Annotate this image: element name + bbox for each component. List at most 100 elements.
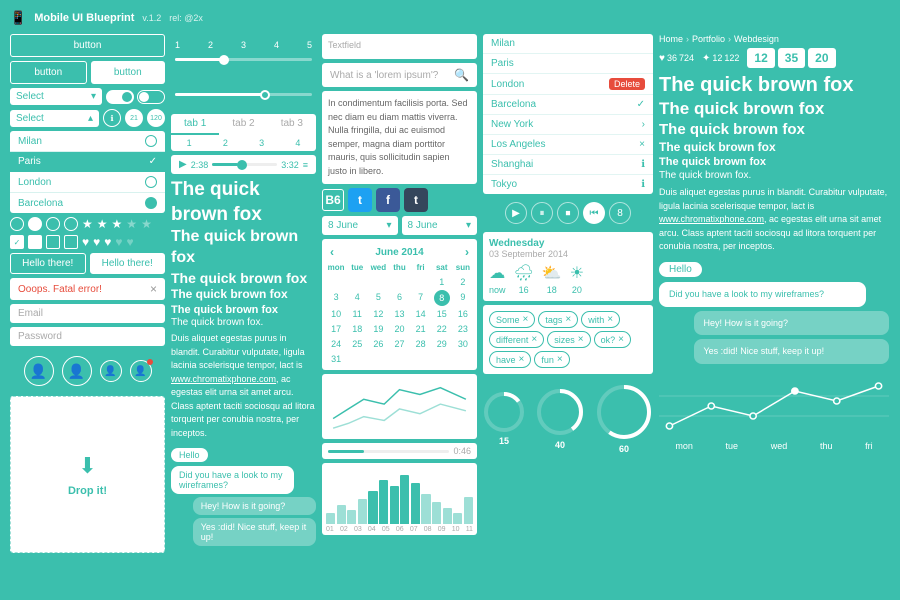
tag-x-with[interactable]: × bbox=[607, 314, 613, 325]
toggle-off[interactable] bbox=[137, 90, 165, 104]
check-1[interactable]: ✓ bbox=[10, 235, 24, 249]
avatar-3[interactable]: 👤 bbox=[100, 360, 122, 382]
email-field[interactable]: Email bbox=[10, 304, 165, 323]
cal-day-28[interactable]: 28 bbox=[411, 337, 431, 351]
cal-day-18[interactable]: 18 bbox=[347, 322, 367, 336]
cal-day-9[interactable]: 9 bbox=[453, 290, 473, 306]
twitter-icon[interactable]: t bbox=[348, 188, 372, 212]
tag-some[interactable]: Some× bbox=[489, 311, 535, 328]
heart-5[interactable]: ♥ bbox=[127, 235, 134, 249]
tag-tags[interactable]: tags× bbox=[538, 311, 578, 328]
ctrl-stop[interactable]: ⏹ bbox=[557, 202, 579, 224]
button-1[interactable]: button bbox=[10, 34, 165, 57]
star-4[interactable]: ★ bbox=[126, 217, 137, 231]
ctrl-pause[interactable]: ⏸ bbox=[531, 202, 553, 224]
cal-day-14[interactable]: 14 bbox=[411, 307, 431, 321]
delete-btn-london[interactable]: Delete bbox=[609, 78, 645, 90]
tag-sizes[interactable]: sizes× bbox=[547, 331, 590, 348]
media-play-icon[interactable]: ▶ bbox=[179, 159, 187, 170]
radio-3[interactable] bbox=[46, 217, 60, 231]
search-field[interactable]: What is a 'lorem ipsum'? 🔍 bbox=[322, 63, 477, 87]
cal-day-24[interactable]: 24 bbox=[326, 337, 346, 351]
drop-zone[interactable]: ⬇ Drop it! bbox=[10, 396, 165, 553]
check-4[interactable] bbox=[64, 235, 78, 249]
tab-2[interactable]: tab 2 bbox=[219, 114, 267, 135]
cal-day-23[interactable]: 23 bbox=[453, 322, 473, 336]
button-2[interactable]: button bbox=[10, 61, 87, 84]
list-item-paris[interactable]: Paris ✓ bbox=[10, 152, 165, 172]
tag-with[interactable]: with× bbox=[581, 311, 620, 328]
select-2[interactable]: Select ▴ bbox=[10, 110, 99, 127]
date-picker-2[interactable]: 8 June ▾ bbox=[402, 216, 478, 235]
hello-btn-2[interactable]: Hello there! bbox=[90, 253, 166, 274]
cal-next[interactable]: › bbox=[465, 245, 469, 259]
cal-day-25[interactable]: 25 bbox=[347, 337, 367, 351]
cal-day-21[interactable]: 21 bbox=[411, 322, 431, 336]
list2-newyork[interactable]: New York › bbox=[483, 115, 653, 135]
tag-fun[interactable]: fun× bbox=[534, 351, 569, 368]
list-item-milan[interactable]: Milan bbox=[10, 131, 165, 152]
star-3[interactable]: ★ bbox=[112, 217, 123, 231]
cal-day-20[interactable]: 20 bbox=[389, 322, 409, 336]
close-icon[interactable]: × bbox=[150, 282, 157, 296]
x-la[interactable]: × bbox=[639, 139, 645, 150]
date-picker-1[interactable]: 8 June ▾ bbox=[322, 216, 398, 235]
heart-4[interactable]: ♥ bbox=[115, 235, 122, 249]
tag-ok[interactable]: ok?× bbox=[594, 331, 631, 348]
avatar-1[interactable]: 👤 bbox=[24, 356, 54, 386]
breadcrumb-portfolio[interactable]: Portfolio bbox=[692, 34, 725, 44]
avatar-2[interactable]: 👤 bbox=[62, 356, 92, 386]
cal-day-6[interactable]: 6 bbox=[389, 290, 409, 306]
list2-la[interactable]: Los Angeles × bbox=[483, 135, 653, 155]
ctrl-prev[interactable]: ⏮ bbox=[583, 202, 605, 224]
cal-day-3[interactable]: 3 bbox=[326, 290, 346, 306]
list2-barcelona[interactable]: Barcelona ✓ bbox=[483, 95, 653, 115]
tag-x-some[interactable]: × bbox=[523, 314, 529, 325]
cal-day-15[interactable]: 15 bbox=[432, 307, 452, 321]
heart-3[interactable]: ♥ bbox=[104, 235, 111, 249]
cal-day-8-today[interactable]: 8 bbox=[434, 290, 450, 306]
list2-tokyo[interactable]: Tokyo ℹ bbox=[483, 175, 653, 194]
cal-day-12[interactable]: 12 bbox=[368, 307, 388, 321]
cal-day-7[interactable]: 7 bbox=[411, 290, 431, 306]
check-3[interactable] bbox=[46, 235, 60, 249]
avatar-4[interactable]: 👤 bbox=[130, 360, 152, 382]
list2-paris[interactable]: Paris bbox=[483, 54, 653, 74]
ctrl-play[interactable]: ▶ bbox=[505, 202, 527, 224]
password-field[interactable]: Password bbox=[10, 327, 165, 346]
chevron-newyork[interactable]: › bbox=[642, 119, 645, 130]
cal-day-2[interactable]: 2 bbox=[453, 275, 473, 289]
radio-2[interactable] bbox=[28, 217, 42, 231]
cal-prev[interactable]: ‹ bbox=[330, 245, 334, 259]
info-tokyo[interactable]: ℹ bbox=[641, 179, 645, 190]
radio-1[interactable] bbox=[10, 217, 24, 231]
paragraph-link[interactable]: www.chromatixphone.com bbox=[171, 374, 276, 384]
list2-milan[interactable]: Milan bbox=[483, 34, 653, 54]
media-track[interactable] bbox=[212, 163, 277, 166]
search-icon[interactable]: 🔍 bbox=[454, 68, 469, 82]
facebook-icon[interactable]: f bbox=[376, 188, 400, 212]
cal-day-17[interactable]: 17 bbox=[326, 322, 346, 336]
cal-day-10[interactable]: 10 bbox=[326, 307, 346, 321]
tag-different[interactable]: different× bbox=[489, 331, 544, 348]
list2-shanghai[interactable]: Shanghai ℹ bbox=[483, 155, 653, 175]
cal-day-26[interactable]: 26 bbox=[368, 337, 388, 351]
tag-x-fun[interactable]: × bbox=[557, 354, 563, 365]
cal-day-30[interactable]: 30 bbox=[453, 337, 473, 351]
radio-4[interactable] bbox=[64, 217, 78, 231]
tag-have[interactable]: have× bbox=[489, 351, 531, 368]
cal-day-29[interactable]: 29 bbox=[432, 337, 452, 351]
tag-x-ok[interactable]: × bbox=[618, 334, 624, 345]
select-1[interactable]: Select ▾ bbox=[10, 88, 102, 105]
cal-day-13[interactable]: 13 bbox=[389, 307, 409, 321]
star-5[interactable]: ★ bbox=[141, 217, 152, 231]
tumblr-icon[interactable]: t bbox=[404, 188, 428, 212]
cal-day-19[interactable]: 19 bbox=[368, 322, 388, 336]
playlist-icon[interactable]: ≡ bbox=[303, 160, 308, 170]
tab-1[interactable]: tab 1 bbox=[171, 114, 219, 135]
slider-track-1[interactable] bbox=[175, 58, 312, 61]
info-shanghai[interactable]: ℹ bbox=[641, 159, 645, 170]
tag-x-different[interactable]: × bbox=[531, 334, 537, 345]
cal-day-27[interactable]: 27 bbox=[389, 337, 409, 351]
breadcrumb-home[interactable]: Home bbox=[659, 34, 683, 44]
